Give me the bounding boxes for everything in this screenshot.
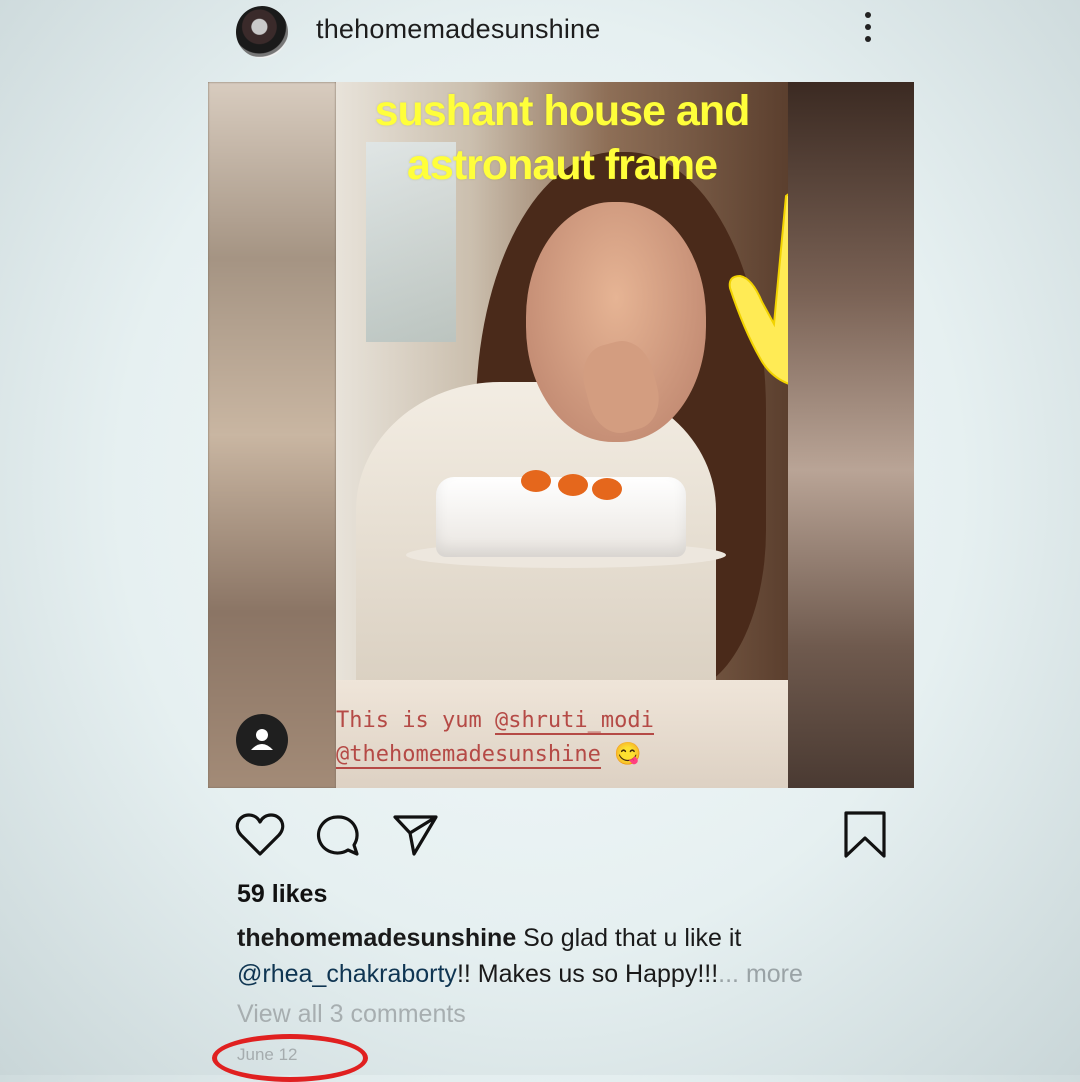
likes-count[interactable]: 59 likes xyxy=(237,880,327,909)
overlay-line-1: sushant house and xyxy=(374,87,751,135)
story-caption-line-1: This is yum @shruti_modi xyxy=(336,708,654,735)
story-mention-shruti[interactable]: @shruti_modi xyxy=(494,708,654,735)
caption-text-1: So glad that u like it xyxy=(516,924,742,952)
view-comments-link[interactable]: View all 3 comments xyxy=(237,1000,466,1029)
post-username[interactable]: thehomemadesunshine xyxy=(316,14,601,45)
yum-emoji: 😋 xyxy=(614,742,642,767)
blurred-background-left xyxy=(208,82,336,788)
blurred-background-right xyxy=(788,82,914,788)
avatar[interactable] xyxy=(236,6,288,58)
comment-bubble-icon[interactable] xyxy=(314,812,362,865)
user-tag-icon[interactable] xyxy=(236,714,288,766)
post-image[interactable]: sushant house and astronaut frame This i… xyxy=(208,82,914,788)
overlay-line-2: astronaut frame xyxy=(407,141,718,189)
cake-fruit xyxy=(558,474,588,496)
paper-plane-icon[interactable] xyxy=(392,810,440,863)
story-caption-box: This is yum @shruti_modi @thehomemadesun… xyxy=(336,680,788,788)
more-options-icon[interactable] xyxy=(860,12,876,48)
story-caption-text: This is yum xyxy=(336,708,495,733)
cake-fruit xyxy=(521,470,551,492)
story-mention-homemadesunshine[interactable]: @thehomemadesunshine xyxy=(336,742,601,769)
caption-username[interactable]: thehomemadesunshine xyxy=(237,924,516,952)
cake-fruit xyxy=(592,478,622,500)
post-caption: thehomemadesunshine So glad that u like … xyxy=(237,920,877,992)
story-caption-line-2: @thehomemadesunshine 😋 xyxy=(336,742,642,769)
caption-mention[interactable]: @rhea_chakraborty xyxy=(237,960,457,988)
bookmark-icon[interactable] xyxy=(842,810,888,865)
story-overlay-text: sushant house and astronaut frame xyxy=(336,84,788,192)
story-screenshot: sushant house and astronaut frame xyxy=(336,82,788,680)
caption-more-link[interactable]: ... more xyxy=(718,960,803,988)
caption-text-2: !! Makes us so Happy!!! xyxy=(456,960,719,988)
heart-icon[interactable] xyxy=(234,812,286,863)
pointing-hand-icon xyxy=(728,193,788,385)
